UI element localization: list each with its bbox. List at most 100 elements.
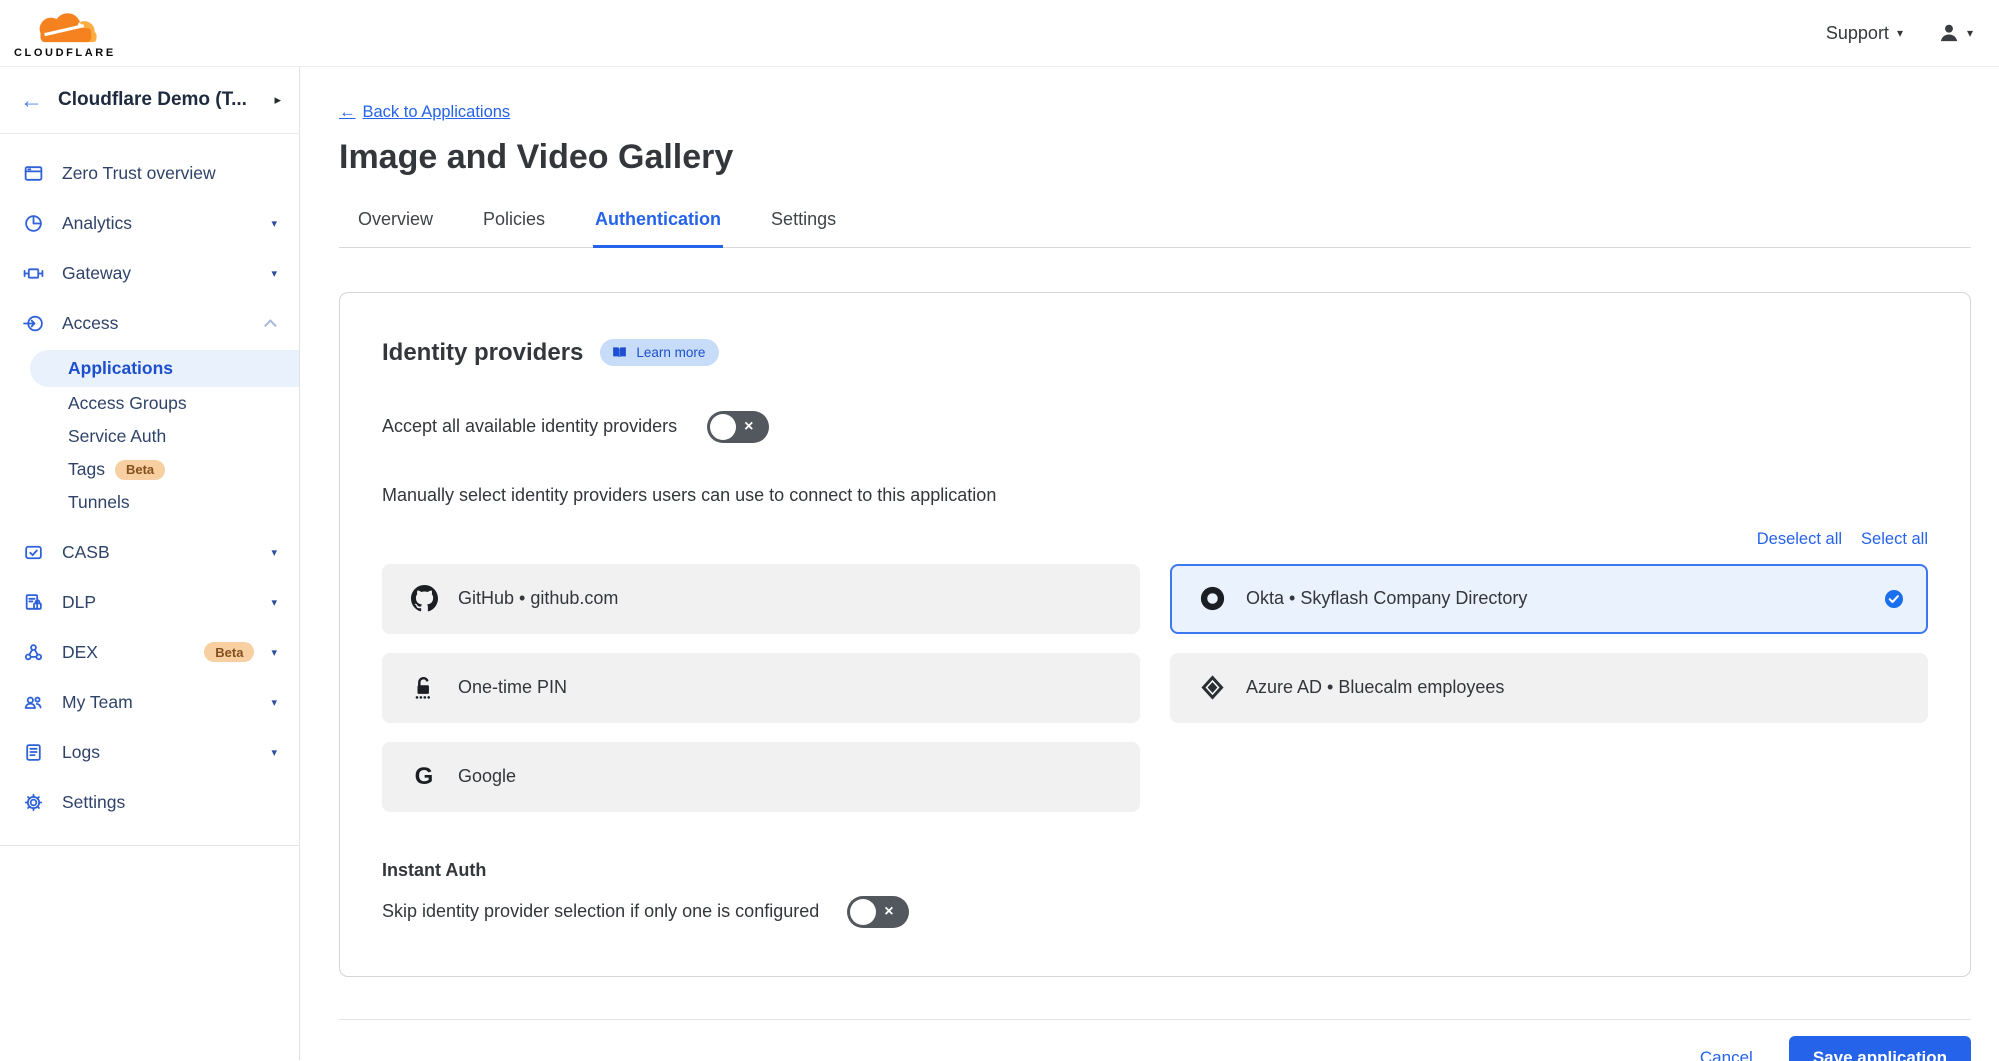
card-title: Identity providers bbox=[382, 339, 583, 367]
chevron-down-icon: ▾ bbox=[271, 696, 277, 709]
github-icon bbox=[410, 585, 438, 612]
instant-auth-heading: Instant Auth bbox=[382, 860, 1928, 881]
sidebar: ← Cloudflare Demo (T... ▸ Zero Trust ove… bbox=[0, 67, 300, 1060]
sidebar-item-access[interactable]: Access bbox=[0, 298, 299, 348]
sidebar-item-gateway[interactable]: Gateway ▾ bbox=[0, 248, 299, 298]
sidebar-item-access-groups[interactable]: Access Groups bbox=[0, 387, 299, 420]
back-arrow-icon[interactable]: ← bbox=[20, 89, 43, 112]
sidebar-account-header: ← Cloudflare Demo (T... ▸ bbox=[0, 67, 299, 134]
sidebar-item-label: Settings bbox=[62, 792, 277, 813]
chevron-up-icon bbox=[264, 319, 277, 332]
learn-more-label: Learn more bbox=[636, 345, 705, 360]
book-icon bbox=[611, 344, 628, 361]
provider-tile-one-time-pin[interactable]: One-time PIN bbox=[382, 653, 1140, 723]
sidebar-item-label: Zero Trust overview bbox=[62, 163, 277, 184]
beta-badge: Beta bbox=[204, 642, 254, 662]
sidebar-item-label: Analytics bbox=[62, 213, 254, 234]
browser-window-icon bbox=[22, 163, 45, 184]
one-time-pin-icon bbox=[410, 674, 438, 701]
manual-select-label: Manually select identity providers users… bbox=[382, 485, 1928, 506]
top-bar: CLOUDFLARE Support ▾ ▾ bbox=[0, 0, 1999, 67]
back-arrow-icon: ← bbox=[339, 103, 356, 122]
sidebar-item-dlp[interactable]: DLP ▾ bbox=[0, 577, 299, 627]
cloudflare-cloud-icon bbox=[21, 8, 109, 50]
chevron-down-icon: ▾ bbox=[271, 546, 277, 559]
sidebar-item-service-auth[interactable]: Service Auth bbox=[0, 420, 299, 453]
chevron-down-icon: ▾ bbox=[271, 267, 277, 280]
sidebar-item-analytics[interactable]: Analytics ▾ bbox=[0, 198, 299, 248]
back-to-applications-link[interactable]: ← Back to Applications bbox=[339, 103, 510, 122]
sidebar-item-label: Access bbox=[62, 313, 251, 334]
sidebar-item-label: Service Auth bbox=[68, 426, 166, 447]
support-label: Support bbox=[1826, 23, 1889, 44]
chevron-down-icon: ▾ bbox=[271, 746, 277, 759]
sidebar-divider bbox=[0, 845, 299, 846]
access-login-icon bbox=[22, 313, 45, 334]
identity-providers-card: Identity providers Learn more Accept all… bbox=[339, 292, 1971, 977]
logs-document-icon bbox=[22, 742, 45, 763]
toggle-knob bbox=[850, 899, 876, 925]
instant-auth-toggle[interactable]: × bbox=[847, 896, 909, 928]
deselect-all-link[interactable]: Deselect all bbox=[1757, 530, 1842, 549]
team-people-icon bbox=[22, 692, 45, 713]
account-name[interactable]: Cloudflare Demo (T... bbox=[58, 89, 259, 111]
accept-all-toggle[interactable]: × bbox=[707, 411, 769, 443]
cloudflare-logo[interactable]: CLOUDFLARE bbox=[14, 8, 116, 59]
instant-auth-label: Skip identity provider selection if only… bbox=[382, 901, 819, 922]
sidebar-item-label: Access Groups bbox=[68, 393, 187, 414]
tab-authentication[interactable]: Authentication bbox=[593, 201, 723, 248]
chevron-down-icon: ▾ bbox=[1967, 26, 1973, 40]
accept-all-label: Accept all available identity providers bbox=[382, 416, 677, 437]
save-application-button[interactable]: Save application bbox=[1789, 1036, 1971, 1061]
chevron-down-icon: ▾ bbox=[271, 596, 277, 609]
chevron-down-icon: ▾ bbox=[271, 646, 277, 659]
user-menu[interactable]: ▾ bbox=[1937, 21, 1973, 45]
sidebar-item-applications[interactable]: Applications bbox=[30, 350, 299, 387]
main-content: ← Back to Applications Image and Video G… bbox=[300, 67, 1999, 1060]
provider-name: Google bbox=[458, 766, 1116, 787]
sidebar-item-zero-trust-overview[interactable]: Zero Trust overview bbox=[0, 148, 299, 198]
toggle-off-x-icon: × bbox=[884, 904, 893, 920]
casb-check-icon bbox=[22, 542, 45, 563]
provider-name: One-time PIN bbox=[458, 677, 1116, 698]
provider-name: Azure AD • Bluecalm employees bbox=[1246, 677, 1904, 698]
sidebar-item-settings[interactable]: Settings bbox=[0, 777, 299, 827]
selected-check-icon bbox=[1884, 589, 1904, 609]
chevron-right-icon[interactable]: ▸ bbox=[274, 92, 281, 108]
provider-tile-azure-ad[interactable]: Azure AD • Bluecalm employees bbox=[1170, 653, 1928, 723]
sidebar-item-my-team[interactable]: My Team ▾ bbox=[0, 677, 299, 727]
toggle-knob bbox=[710, 414, 736, 440]
sidebar-item-label: DEX bbox=[62, 642, 177, 663]
azure-ad-icon bbox=[1198, 674, 1226, 701]
provider-name: Okta • Skyflash Company Directory bbox=[1246, 588, 1864, 609]
support-menu[interactable]: Support ▾ bbox=[1826, 23, 1903, 44]
user-icon bbox=[1937, 21, 1961, 45]
sidebar-item-label: Tags bbox=[68, 459, 105, 480]
tab-overview[interactable]: Overview bbox=[356, 201, 435, 247]
provider-name: GitHub • github.com bbox=[458, 588, 1116, 609]
sidebar-item-label: Gateway bbox=[62, 263, 254, 284]
network-nodes-icon bbox=[22, 642, 45, 663]
tab-policies[interactable]: Policies bbox=[481, 201, 547, 247]
chevron-down-icon: ▾ bbox=[271, 217, 277, 230]
document-lock-icon bbox=[22, 592, 45, 613]
learn-more-badge[interactable]: Learn more bbox=[600, 339, 719, 366]
sidebar-item-tags[interactable]: Tags Beta bbox=[0, 453, 299, 486]
okta-icon bbox=[1198, 585, 1226, 612]
toggle-off-x-icon: × bbox=[744, 419, 753, 435]
cancel-button[interactable]: Cancel bbox=[1700, 1048, 1753, 1061]
google-icon: G bbox=[410, 763, 438, 791]
provider-tile-google[interactable]: G Google bbox=[382, 742, 1140, 812]
tab-settings[interactable]: Settings bbox=[769, 201, 838, 247]
sidebar-item-casb[interactable]: CASB ▾ bbox=[0, 527, 299, 577]
sidebar-item-logs[interactable]: Logs ▾ bbox=[0, 727, 299, 777]
provider-tile-okta[interactable]: Okta • Skyflash Company Directory bbox=[1170, 564, 1928, 634]
provider-tile-github[interactable]: GitHub • github.com bbox=[382, 564, 1140, 634]
sidebar-item-label: DLP bbox=[62, 592, 254, 613]
access-submenu: Applications Access Groups Service Auth … bbox=[0, 350, 299, 519]
sidebar-item-label: My Team bbox=[62, 692, 254, 713]
select-all-link[interactable]: Select all bbox=[1861, 530, 1928, 549]
tab-bar: Overview Policies Authentication Setting… bbox=[339, 201, 1971, 248]
sidebar-item-dex[interactable]: DEX Beta ▾ bbox=[0, 627, 299, 677]
sidebar-item-tunnels[interactable]: Tunnels bbox=[0, 486, 299, 519]
